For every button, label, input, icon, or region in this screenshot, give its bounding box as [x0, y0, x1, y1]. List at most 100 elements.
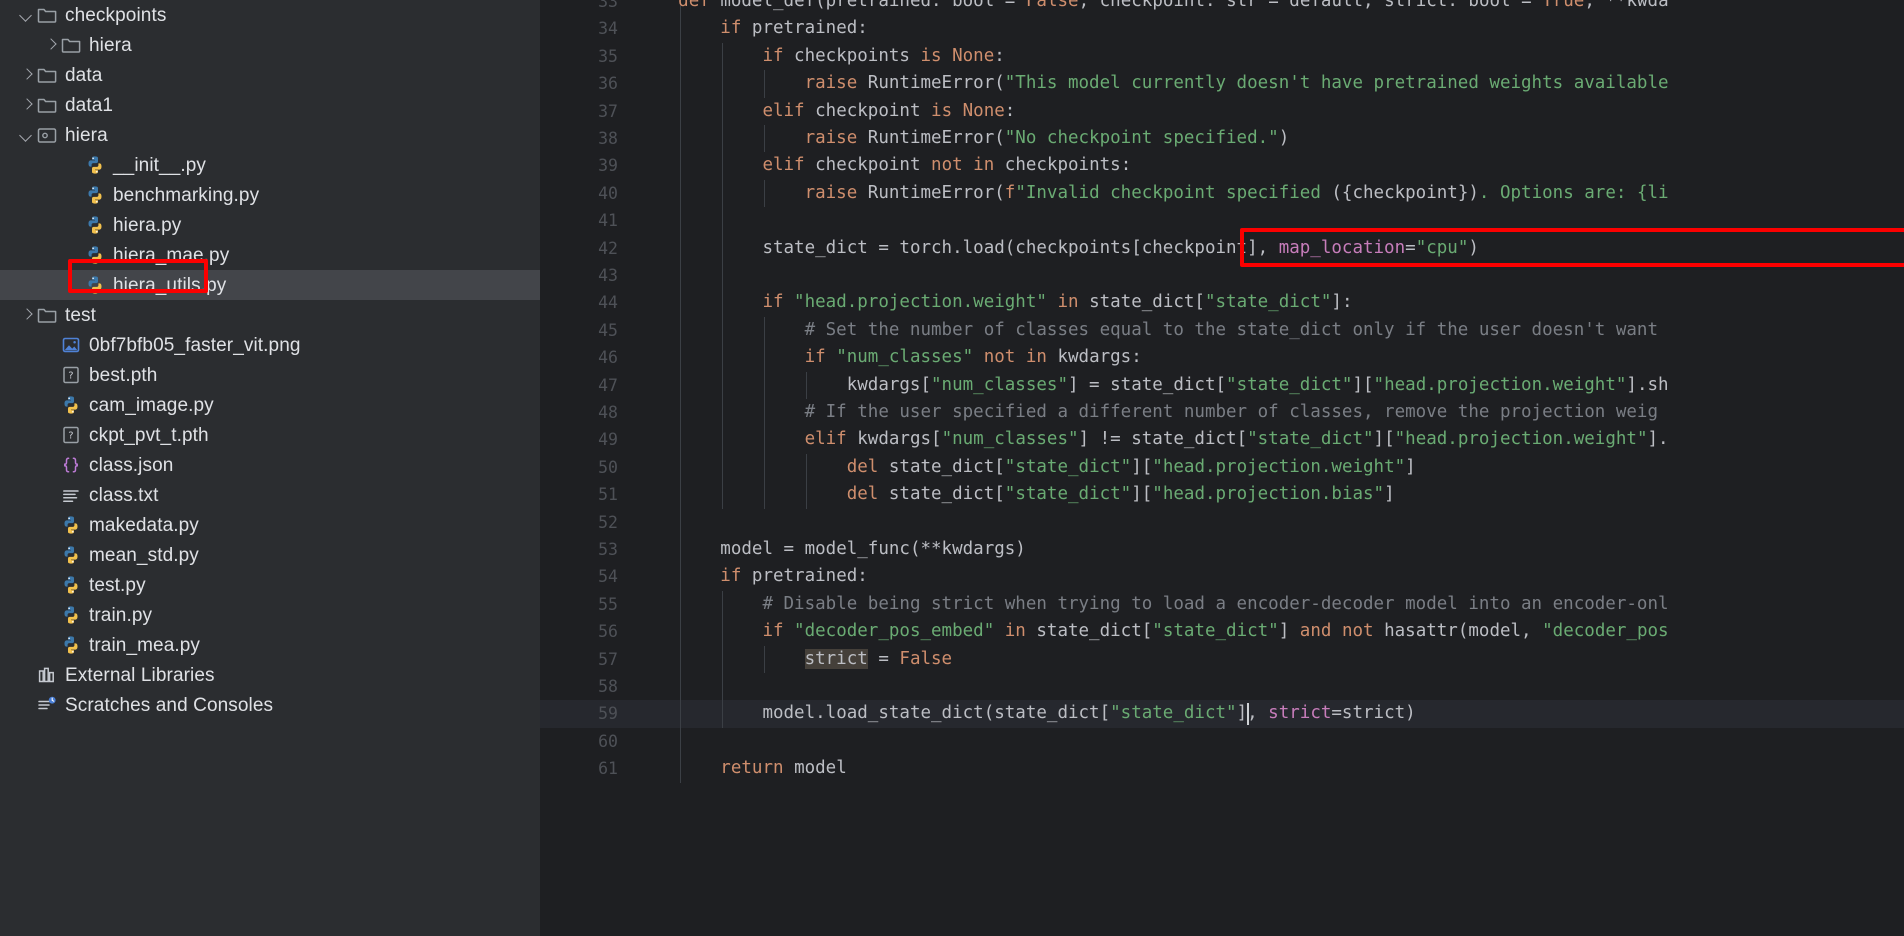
line-number: 58	[598, 677, 618, 696]
tree-item-hiera[interactable]: hiera	[0, 120, 540, 150]
code-line-36[interactable]: 36 raise RuntimeError("This model curren…	[540, 70, 1904, 98]
tree-item--init-py[interactable]: __init__.py	[0, 150, 540, 180]
tree-item-train-py[interactable]: train.py	[0, 600, 540, 630]
tree-item-hiera[interactable]: hiera	[0, 30, 540, 60]
tree-item-label: data	[65, 64, 103, 86]
code-line-57[interactable]: 57 strict = False	[540, 645, 1904, 673]
code-line-37[interactable]: 37 elif checkpoint is None:	[540, 97, 1904, 125]
tree-item-test[interactable]: test	[0, 300, 540, 330]
code-text: kwdargs["num_classes"] = state_dict["sta…	[846, 374, 1669, 395]
code-line-60[interactable]: 60	[540, 727, 1904, 756]
python-file-icon	[84, 214, 106, 236]
code-line-47[interactable]: 47 kwdargs["num_classes"] = state_dict["…	[540, 371, 1904, 399]
unknown-file-icon: ?	[60, 364, 82, 386]
tree-item-class-txt[interactable]: class.txt	[0, 480, 540, 510]
code-line-48[interactable]: 48 # If the user specified a different n…	[540, 399, 1904, 427]
python-file-icon	[60, 634, 82, 656]
tree-item-class-json[interactable]: class.json	[0, 450, 540, 480]
line-number: 42	[598, 238, 618, 258]
chevron-right-icon[interactable]	[42, 36, 60, 54]
line-number: 48	[598, 403, 618, 422]
line-number: 38	[598, 129, 618, 148]
code-line-44[interactable]: 44 if "head.projection.weight" in state_…	[540, 289, 1904, 317]
line-number: 52	[598, 512, 618, 532]
tree-item-label: test	[65, 304, 97, 326]
code-line-58[interactable]: 58	[540, 673, 1904, 701]
tree-item-makedata-py[interactable]: makedata.py	[0, 510, 540, 540]
code-line-35[interactable]: 35 if checkpoints is None:	[540, 42, 1904, 71]
chevron-down-icon[interactable]	[18, 126, 36, 144]
tree-item-external-libraries[interactable]: External Libraries	[0, 660, 540, 690]
tree-item-0bf7bfb05-faster-vit-png[interactable]: 0bf7bfb05_faster_vit.png	[0, 330, 540, 360]
code-line-53[interactable]: 53 model = model_func(**kwdargs)	[540, 536, 1904, 564]
code-line-56[interactable]: 56 if "decoder_pos_embed" in state_dict[…	[540, 618, 1904, 646]
tree-item-label: checkpoints	[65, 4, 167, 26]
code-line-40[interactable]: 40 raise RuntimeError(f"Invalid checkpoi…	[540, 179, 1904, 208]
svg-text:?: ?	[68, 431, 73, 442]
tree-item-benchmarking-py[interactable]: benchmarking.py	[0, 180, 540, 210]
project-sidebar[interactable]: checkpoints hiera data data1 hiera __init__.p…	[0, 0, 540, 936]
code-line-39[interactable]: 39 elif checkpoint not in checkpoints:	[540, 152, 1904, 180]
chevron-down-icon[interactable]	[18, 6, 36, 24]
line-number: 61	[598, 759, 618, 779]
tree-item-label: benchmarking.py	[113, 184, 260, 206]
line-number: 45	[598, 320, 618, 340]
code-line-45[interactable]: 45 # Set the number of classes equal to …	[540, 316, 1904, 345]
tree-item-hiera-mae-py[interactable]: hiera_mae.py	[0, 240, 540, 270]
code-line-51[interactable]: 51 del state_dict["state_dict"]["head.pr…	[540, 481, 1904, 509]
tree-item-data1[interactable]: data1	[0, 90, 540, 120]
tree-item-hiera-py[interactable]: hiera.py	[0, 210, 540, 240]
code-lines[interactable]: 33 def model_def(pretrained: bool = Fals…	[540, 0, 1904, 936]
code-line-49[interactable]: 49 elif kwdargs["num_classes"] != state_…	[540, 426, 1904, 454]
code-line-34[interactable]: 34 if pretrained:	[540, 15, 1904, 43]
code-text: elif checkpoint not in checkpoints:	[762, 155, 1132, 176]
tree-item-best-pth[interactable]: ? best.pth	[0, 360, 540, 390]
tree-item-label: class.json	[89, 454, 174, 476]
code-text: if checkpoints is None:	[762, 45, 1005, 66]
line-number: 50	[598, 457, 618, 477]
tree-item-test-py[interactable]: test.py	[0, 570, 540, 600]
tree-item-train-mea-py[interactable]: train_mea.py	[0, 630, 540, 660]
tree-item-scratches-and-consoles[interactable]: Scratches and Consoles	[0, 690, 540, 720]
code-line-38[interactable]: 38 raise RuntimeError("No checkpoint spe…	[540, 125, 1904, 153]
code-editor[interactable]: 33 def model_def(pretrained: bool = Fals…	[540, 0, 1904, 936]
tree-item-mean-std-py[interactable]: mean_std.py	[0, 540, 540, 570]
code-line-33[interactable]: 33 def model_def(pretrained: bool = Fals…	[540, 0, 1904, 16]
code-line-54[interactable]: 54 if pretrained:	[540, 563, 1904, 591]
project-file-tree[interactable]: checkpoints hiera data data1 hiera __init__.p…	[0, 0, 540, 720]
code-text: elif checkpoint is None:	[762, 100, 1016, 121]
code-line-50[interactable]: 50 del state_dict["state_dict"]["head.pr…	[540, 453, 1904, 482]
line-number: 40	[598, 183, 618, 203]
line-number: 56	[598, 622, 618, 642]
tree-item-cam-image-py[interactable]: cam_image.py	[0, 390, 540, 420]
code-line-61[interactable]: 61 return model	[540, 755, 1904, 783]
chevron-right-icon[interactable]	[18, 66, 36, 84]
tree-item-label: best.pth	[89, 364, 158, 386]
code-line-46[interactable]: 46 if "num_classes" not in kwdargs:	[540, 344, 1904, 372]
tree-item-label: mean_std.py	[89, 544, 199, 566]
tree-item-data[interactable]: data	[0, 60, 540, 90]
line-number: 49	[598, 430, 618, 450]
line-number: 51	[598, 485, 618, 505]
python-file-icon	[60, 574, 82, 596]
code-line-42[interactable]: 42 state_dict = torch.load(checkpoints[c…	[540, 234, 1904, 262]
code-line-41[interactable]: 41	[540, 207, 1904, 235]
tree-item-hiera-utils-py[interactable]: hiera_utils.py	[0, 270, 540, 300]
code-line-52[interactable]: 52	[540, 508, 1904, 536]
tree-item-ckpt-pvt-t-pth[interactable]: ? ckpt_pvt_t.pth	[0, 420, 540, 450]
text-file-icon	[60, 484, 82, 506]
tree-item-label: ckpt_pvt_t.pth	[89, 424, 209, 446]
tree-item-checkpoints[interactable]: checkpoints	[0, 0, 540, 30]
chevron-right-icon[interactable]	[18, 96, 36, 114]
chevron-right-icon[interactable]	[18, 306, 36, 324]
library-icon	[36, 664, 58, 686]
code-line-59[interactable]: 59 model.load_state_dict(state_dict["sta…	[540, 700, 1904, 728]
line-number: 57	[598, 649, 618, 669]
code-line-55[interactable]: 55 # Disable being strict when trying to…	[540, 590, 1904, 619]
code-line-43[interactable]: 43	[540, 262, 1904, 290]
